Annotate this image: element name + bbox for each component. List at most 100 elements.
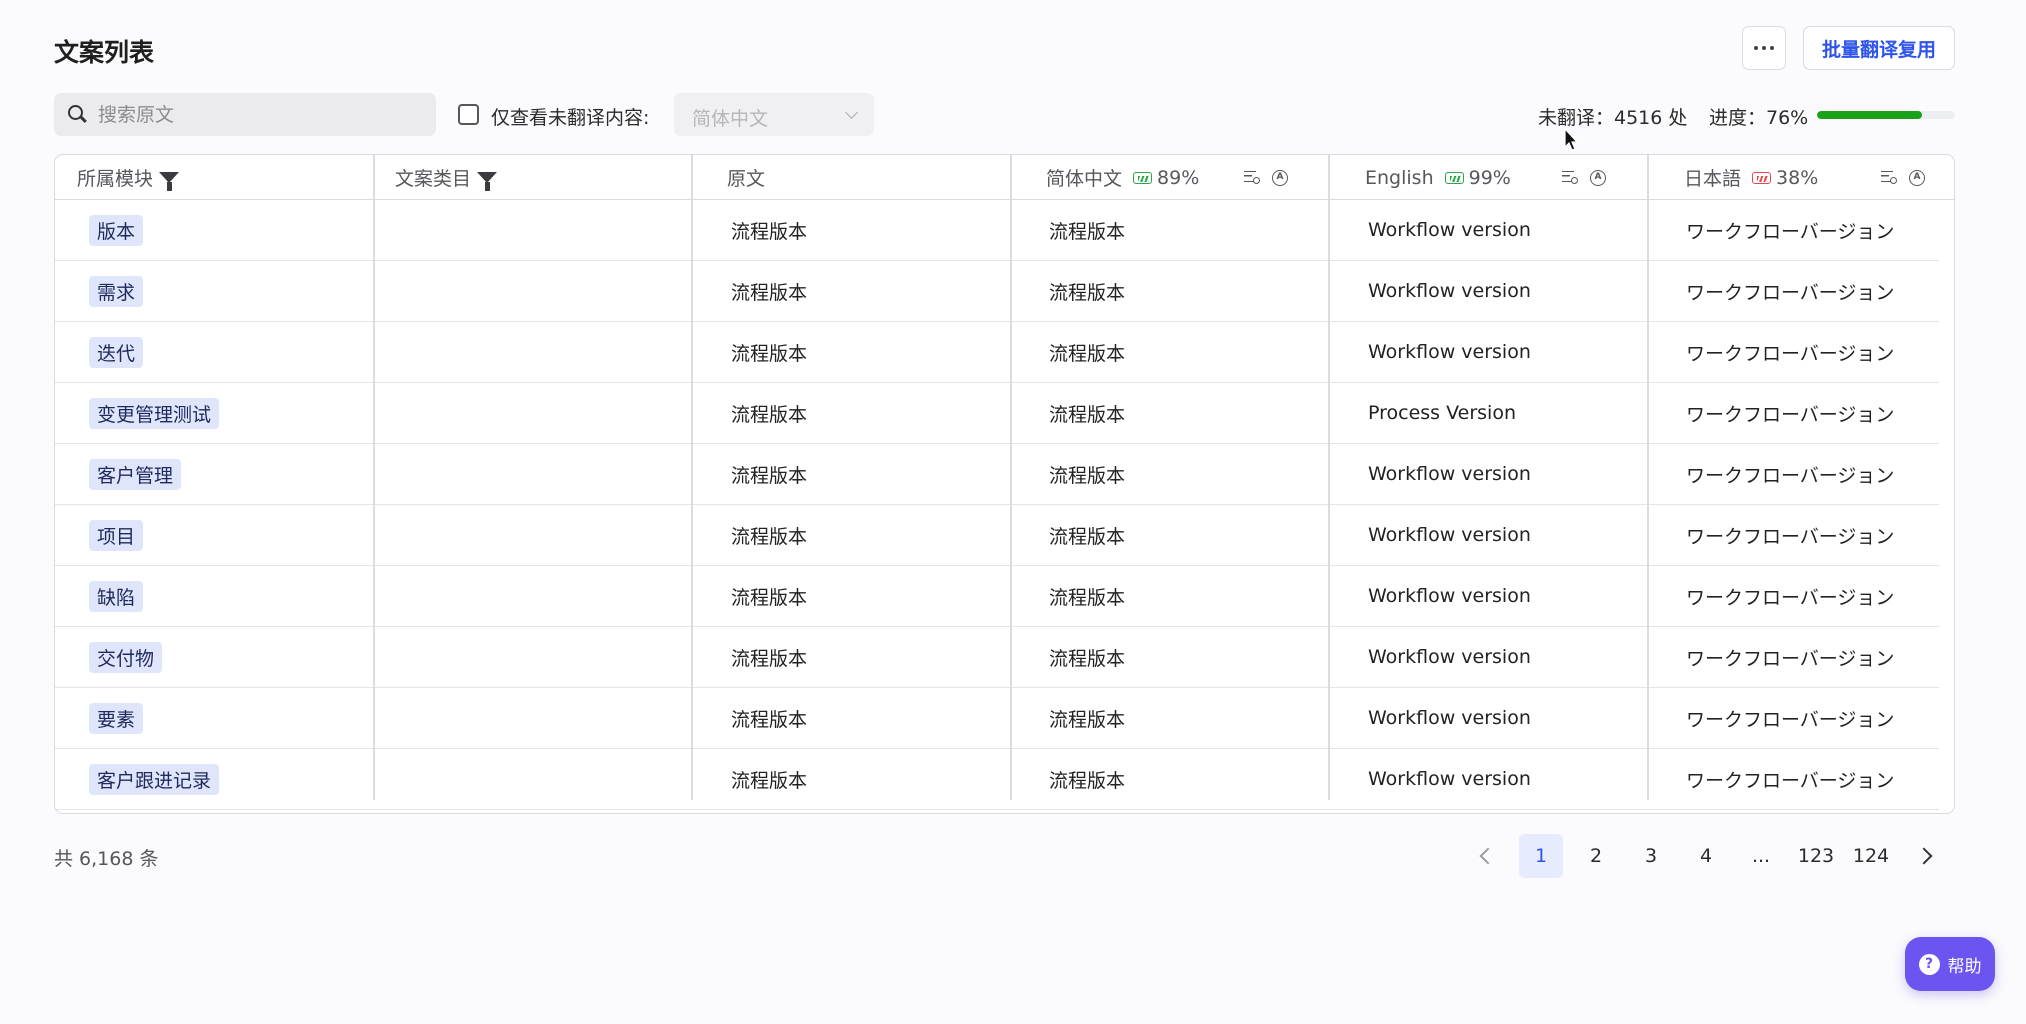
cell-module[interactable]: 版本 (89, 200, 144, 260)
column-divider[interactable] (1328, 155, 1330, 800)
table-row[interactable]: 变更管理测试 流程版本 流程版本 Process Version ワークフローバージョン (55, 383, 1939, 444)
module-tag: 版本 (89, 214, 144, 246)
cell-zh[interactable]: 流程版本 (1049, 505, 1125, 565)
column-divider[interactable] (1010, 155, 1012, 800)
column-divider[interactable] (691, 155, 693, 800)
cell-en[interactable]: Workflow version (1368, 322, 1531, 382)
cell-en[interactable]: Workflow version (1368, 261, 1531, 321)
page-button[interactable]: 124 (1849, 834, 1893, 878)
cell-en[interactable]: Workflow version (1368, 566, 1531, 626)
cell-source[interactable]: 流程版本 (731, 261, 807, 321)
table-row[interactable]: 缺陷 流程版本 流程版本 Workflow version ワークフローバージョン (55, 566, 1939, 627)
table-row[interactable]: 项目 流程版本 流程版本 Workflow version ワークフローバージョン (55, 505, 1939, 566)
batch-translate-reuse-button[interactable]: 批量翻译复用 (1803, 26, 1955, 70)
page-button[interactable]: 3 (1629, 834, 1673, 878)
page-button[interactable]: 4 (1684, 834, 1728, 878)
table-row[interactable]: 要素 流程版本 流程版本 Workflow version ワークフローバージョン (55, 688, 1939, 749)
cell-zh[interactable]: 流程版本 (1049, 688, 1125, 748)
cell-ja[interactable]: ワークフローバージョン (1686, 444, 1894, 504)
cell-en[interactable]: Process Version (1368, 383, 1516, 443)
cell-zh[interactable]: 流程版本 (1049, 566, 1125, 626)
list-settings-icon[interactable] (1244, 170, 1260, 184)
cell-module[interactable]: 迭代 (89, 322, 144, 382)
list-settings-icon[interactable] (1562, 170, 1578, 184)
language-select[interactable]: 简体中文 (674, 93, 874, 136)
cell-source[interactable]: 流程版本 (731, 383, 807, 443)
cell-ja[interactable]: ワークフローバージョン (1686, 688, 1894, 748)
column-divider[interactable] (1647, 155, 1649, 800)
page-button[interactable]: 1 (1519, 834, 1563, 878)
auto-translate-icon[interactable]: A (1909, 170, 1925, 186)
cell-source[interactable]: 流程版本 (731, 505, 807, 565)
next-page-icon[interactable] (1915, 847, 1933, 865)
cell-ja[interactable]: ワークフローバージョン (1686, 383, 1894, 443)
cell-source[interactable]: 流程版本 (731, 749, 807, 809)
table-row[interactable]: 交付物 流程版本 流程版本 Workflow version ワークフローバージョン (55, 627, 1939, 688)
previous-page-icon[interactable] (1479, 847, 1497, 865)
cell-source[interactable]: 流程版本 (731, 444, 807, 504)
cell-module[interactable]: 变更管理测试 (89, 383, 220, 443)
cell-module[interactable]: 项目 (89, 505, 144, 565)
more-options-button[interactable] (1742, 26, 1786, 70)
help-button[interactable]: ? 帮助 (1905, 937, 1995, 991)
cell-module[interactable]: 要素 (89, 688, 144, 748)
cell-text: 流程版本 (731, 769, 808, 792)
table-row[interactable]: 需求 流程版本 流程版本 Workflow version ワークフローバージョン (55, 261, 1939, 322)
cell-text: 流程版本 (1049, 525, 1126, 548)
page-button[interactable]: 123 (1794, 834, 1838, 878)
table-row[interactable]: 版本 流程版本 流程版本 Workflow version ワークフローバージョン (55, 200, 1939, 261)
auto-translate-icon[interactable]: A (1272, 170, 1288, 186)
list-settings-icon[interactable] (1881, 170, 1897, 184)
cell-ja[interactable]: ワークフローバージョン (1686, 261, 1894, 321)
cell-module[interactable]: 需求 (89, 261, 144, 321)
search-box[interactable] (54, 93, 436, 136)
table-row[interactable]: 客户管理 流程版本 流程版本 Workflow version ワークフローバージョン (55, 444, 1939, 505)
cell-en[interactable]: Workflow version (1368, 444, 1531, 504)
cell-source[interactable]: 流程版本 (731, 322, 807, 382)
table-row[interactable]: 迭代 流程版本 流程版本 Workflow version ワークフローバージョン (55, 322, 1939, 383)
more-dot-icon (1762, 46, 1766, 50)
cell-ja[interactable]: ワークフローバージョン (1686, 322, 1894, 382)
module-tag: 项目 (89, 519, 144, 551)
cell-module[interactable]: 交付物 (89, 627, 163, 687)
cell-text: 流程版本 (1049, 708, 1126, 731)
cell-source[interactable]: 流程版本 (731, 627, 807, 687)
cell-zh[interactable]: 流程版本 (1049, 749, 1125, 809)
cell-en[interactable]: Workflow version (1368, 505, 1531, 565)
cell-module[interactable]: 客户管理 (89, 444, 182, 504)
cell-text: ワークフローバージョン (1686, 464, 1895, 487)
filter-icon[interactable] (159, 172, 180, 191)
page-button[interactable]: 2 (1574, 834, 1618, 878)
cell-text: 流程版本 (1049, 586, 1126, 609)
cell-ja[interactable]: ワークフローバージョン (1686, 200, 1894, 260)
cell-source[interactable]: 流程版本 (731, 200, 807, 260)
cell-ja[interactable]: ワークフローバージョン (1686, 627, 1894, 687)
cell-en[interactable]: Workflow version (1368, 688, 1531, 748)
cell-text: 流程版本 (731, 342, 808, 365)
cell-module[interactable]: 客户跟进记录 (89, 749, 220, 809)
progress-label: 进度：76% (1709, 107, 1809, 129)
cell-module[interactable]: 缺陷 (89, 566, 144, 626)
cell-source[interactable]: 流程版本 (731, 566, 807, 626)
cell-en[interactable]: Workflow version (1368, 200, 1531, 260)
untranslated-only-checkbox[interactable] (458, 104, 479, 125)
cell-zh[interactable]: 流程版本 (1049, 383, 1125, 443)
column-divider[interactable] (373, 155, 375, 800)
search-input[interactable] (98, 93, 428, 136)
auto-translate-icon[interactable]: A (1590, 170, 1606, 186)
cell-zh[interactable]: 流程版本 (1049, 200, 1125, 260)
cell-ja[interactable]: ワークフローバージョン (1686, 566, 1894, 626)
cell-zh[interactable]: 流程版本 (1049, 322, 1125, 382)
search-icon (68, 105, 86, 123)
progress-bar (1817, 111, 1955, 119)
cell-en[interactable]: Workflow version (1368, 627, 1531, 687)
cell-zh[interactable]: 流程版本 (1049, 627, 1125, 687)
filter-icon[interactable] (477, 172, 498, 191)
cell-ja[interactable]: ワークフローバージョン (1686, 505, 1894, 565)
cell-zh[interactable]: 流程版本 (1049, 444, 1125, 504)
cell-zh[interactable]: 流程版本 (1049, 261, 1125, 321)
cell-ja[interactable]: ワークフローバージョン (1686, 749, 1894, 809)
cell-en[interactable]: Workflow version (1368, 749, 1531, 809)
cell-source[interactable]: 流程版本 (731, 688, 807, 748)
table-row[interactable]: 客户跟进记录 流程版本 流程版本 Workflow version ワークフローバージョ… (55, 749, 1939, 810)
